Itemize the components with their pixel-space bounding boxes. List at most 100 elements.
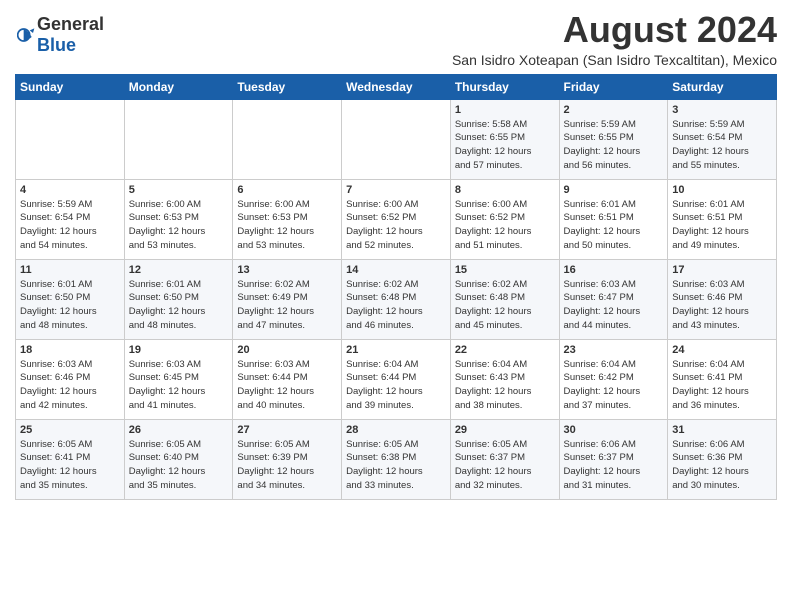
- day-info: Sunrise: 6:01 AM Sunset: 6:51 PM Dayligh…: [564, 198, 664, 253]
- day-info: Sunrise: 6:01 AM Sunset: 6:50 PM Dayligh…: [20, 278, 120, 333]
- day-info: Sunrise: 5:59 AM Sunset: 6:55 PM Dayligh…: [564, 118, 664, 173]
- calendar-cell: [124, 99, 233, 179]
- day-number: 13: [237, 264, 337, 276]
- calendar-cell: 2 Sunrise: 5:59 AM Sunset: 6:55 PM Daylig…: [559, 99, 668, 179]
- day-header-thursday: Thursday: [450, 74, 559, 99]
- calendar-cell: 1 Sunrise: 5:58 AM Sunset: 6:55 PM Daylig…: [450, 99, 559, 179]
- day-info: Sunrise: 6:06 AM Sunset: 6:37 PM Dayligh…: [564, 438, 664, 493]
- calendar-cell: 3 Sunrise: 5:59 AM Sunset: 6:54 PM Daylig…: [668, 99, 777, 179]
- day-info: Sunrise: 6:00 AM Sunset: 6:52 PM Dayligh…: [455, 198, 555, 253]
- day-number: 4: [20, 184, 120, 196]
- calendar-cell: 5 Sunrise: 6:00 AM Sunset: 6:53 PM Daylig…: [124, 179, 233, 259]
- day-number: 27: [237, 424, 337, 436]
- day-header-wednesday: Wednesday: [342, 74, 451, 99]
- day-info: Sunrise: 6:00 AM Sunset: 6:52 PM Dayligh…: [346, 198, 446, 253]
- day-info: Sunrise: 5:59 AM Sunset: 6:54 PM Dayligh…: [20, 198, 120, 253]
- day-info: Sunrise: 6:02 AM Sunset: 6:48 PM Dayligh…: [455, 278, 555, 333]
- calendar: SundayMondayTuesdayWednesdayThursdayFrid…: [15, 74, 777, 500]
- calendar-cell: 20 Sunrise: 6:03 AM Sunset: 6:44 PM Dayli…: [233, 339, 342, 419]
- calendar-cell: 25 Sunrise: 6:05 AM Sunset: 6:41 PM Dayli…: [16, 419, 125, 499]
- day-info: Sunrise: 6:05 AM Sunset: 6:39 PM Dayligh…: [237, 438, 337, 493]
- calendar-cell: 18 Sunrise: 6:03 AM Sunset: 6:46 PM Dayli…: [16, 339, 125, 419]
- day-info: Sunrise: 5:58 AM Sunset: 6:55 PM Dayligh…: [455, 118, 555, 173]
- day-info: Sunrise: 6:04 AM Sunset: 6:43 PM Dayligh…: [455, 358, 555, 413]
- calendar-cell: 31 Sunrise: 6:06 AM Sunset: 6:36 PM Dayli…: [668, 419, 777, 499]
- day-number: 14: [346, 264, 446, 276]
- calendar-cell: [16, 99, 125, 179]
- day-info: Sunrise: 6:00 AM Sunset: 6:53 PM Dayligh…: [129, 198, 229, 253]
- day-info: Sunrise: 6:06 AM Sunset: 6:36 PM Dayligh…: [672, 438, 772, 493]
- day-header-saturday: Saturday: [668, 74, 777, 99]
- day-info: Sunrise: 6:04 AM Sunset: 6:41 PM Dayligh…: [672, 358, 772, 413]
- calendar-cell: 8 Sunrise: 6:00 AM Sunset: 6:52 PM Daylig…: [450, 179, 559, 259]
- day-number: 15: [455, 264, 555, 276]
- day-number: 7: [346, 184, 446, 196]
- calendar-cell: 14Sunrise: 6:02 AM Sunset: 6:48 PM Dayli…: [342, 259, 451, 339]
- calendar-cell: 12 Sunrise: 6:01 AM Sunset: 6:50 PM Dayli…: [124, 259, 233, 339]
- day-info: Sunrise: 6:01 AM Sunset: 6:51 PM Dayligh…: [672, 198, 772, 253]
- calendar-cell: 26 Sunrise: 6:05 AM Sunset: 6:40 PM Dayli…: [124, 419, 233, 499]
- day-info: Sunrise: 6:01 AM Sunset: 6:50 PM Dayligh…: [129, 278, 229, 333]
- day-number: 20: [237, 344, 337, 356]
- day-number: 3: [672, 104, 772, 116]
- day-number: 31: [672, 424, 772, 436]
- calendar-cell: 24 Sunrise: 6:04 AM Sunset: 6:41 PM Dayli…: [668, 339, 777, 419]
- day-number: 16: [564, 264, 664, 276]
- calendar-cell: 15 Sunrise: 6:02 AM Sunset: 6:48 PM Dayli…: [450, 259, 559, 339]
- calendar-cell: 29 Sunrise: 6:05 AM Sunset: 6:37 PM Dayli…: [450, 419, 559, 499]
- title-section: August 2024 San Isidro Xoteapan (San Isi…: [452, 10, 777, 68]
- main-title: August 2024: [452, 10, 777, 50]
- logo-general: General: [37, 14, 104, 34]
- day-number: 22: [455, 344, 555, 356]
- day-number: 2: [564, 104, 664, 116]
- day-info: Sunrise: 6:03 AM Sunset: 6:45 PM Dayligh…: [129, 358, 229, 413]
- calendar-cell: 6 Sunrise: 6:00 AM Sunset: 6:53 PM Daylig…: [233, 179, 342, 259]
- calendar-cell: 21Sunrise: 6:04 AM Sunset: 6:44 PM Dayli…: [342, 339, 451, 419]
- day-info: Sunrise: 6:05 AM Sunset: 6:40 PM Dayligh…: [129, 438, 229, 493]
- day-number: 18: [20, 344, 120, 356]
- day-number: 28: [346, 424, 446, 436]
- subtitle: San Isidro Xoteapan (San Isidro Texcalti…: [452, 52, 777, 68]
- day-info: Sunrise: 6:05 AM Sunset: 6:37 PM Dayligh…: [455, 438, 555, 493]
- logo-blue: Blue: [37, 35, 76, 55]
- calendar-cell: 28 Sunrise: 6:05 AM Sunset: 6:38 PM Dayli…: [342, 419, 451, 499]
- calendar-cell: 30Sunrise: 6:06 AM Sunset: 6:37 PM Dayli…: [559, 419, 668, 499]
- day-info: Sunrise: 6:03 AM Sunset: 6:44 PM Dayligh…: [237, 358, 337, 413]
- calendar-cell: 22 Sunrise: 6:04 AM Sunset: 6:43 PM Dayli…: [450, 339, 559, 419]
- calendar-cell: 27 Sunrise: 6:05 AM Sunset: 6:39 PM Dayli…: [233, 419, 342, 499]
- day-info: Sunrise: 6:03 AM Sunset: 6:47 PM Dayligh…: [564, 278, 664, 333]
- day-number: 5: [129, 184, 229, 196]
- day-header-tuesday: Tuesday: [233, 74, 342, 99]
- day-header-sunday: Sunday: [16, 74, 125, 99]
- day-info: Sunrise: 6:03 AM Sunset: 6:46 PM Dayligh…: [20, 358, 120, 413]
- day-info: Sunrise: 6:05 AM Sunset: 6:38 PM Dayligh…: [346, 438, 446, 493]
- day-info: Sunrise: 5:59 AM Sunset: 6:54 PM Dayligh…: [672, 118, 772, 173]
- day-number: 19: [129, 344, 229, 356]
- day-info: Sunrise: 6:00 AM Sunset: 6:53 PM Dayligh…: [237, 198, 337, 253]
- calendar-cell: 10 Sunrise: 6:01 AM Sunset: 6:51 PM Dayli…: [668, 179, 777, 259]
- day-number: 10: [672, 184, 772, 196]
- day-number: 29: [455, 424, 555, 436]
- calendar-cell: 19 Sunrise: 6:03 AM Sunset: 6:45 PM Dayli…: [124, 339, 233, 419]
- day-number: 25: [20, 424, 120, 436]
- day-info: Sunrise: 6:05 AM Sunset: 6:41 PM Dayligh…: [20, 438, 120, 493]
- calendar-cell: 23Sunrise: 6:04 AM Sunset: 6:42 PM Dayli…: [559, 339, 668, 419]
- logo: General Blue: [15, 14, 104, 56]
- day-info: Sunrise: 6:02 AM Sunset: 6:49 PM Dayligh…: [237, 278, 337, 333]
- day-header-monday: Monday: [124, 74, 233, 99]
- day-number: 24: [672, 344, 772, 356]
- day-number: 8: [455, 184, 555, 196]
- calendar-cell: 16 Sunrise: 6:03 AM Sunset: 6:47 PM Dayli…: [559, 259, 668, 339]
- calendar-cell: 7 Sunrise: 6:00 AM Sunset: 6:52 PM Daylig…: [342, 179, 451, 259]
- calendar-cell: [342, 99, 451, 179]
- calendar-cell: 13 Sunrise: 6:02 AM Sunset: 6:49 PM Dayli…: [233, 259, 342, 339]
- day-number: 1: [455, 104, 555, 116]
- day-info: Sunrise: 6:04 AM Sunset: 6:42 PM Dayligh…: [564, 358, 664, 413]
- day-number: 26: [129, 424, 229, 436]
- day-header-friday: Friday: [559, 74, 668, 99]
- calendar-cell: 4 Sunrise: 5:59 AM Sunset: 6:54 PM Daylig…: [16, 179, 125, 259]
- day-number: 12: [129, 264, 229, 276]
- calendar-cell: [233, 99, 342, 179]
- day-number: 6: [237, 184, 337, 196]
- calendar-cell: 9Sunrise: 6:01 AM Sunset: 6:51 PM Daylig…: [559, 179, 668, 259]
